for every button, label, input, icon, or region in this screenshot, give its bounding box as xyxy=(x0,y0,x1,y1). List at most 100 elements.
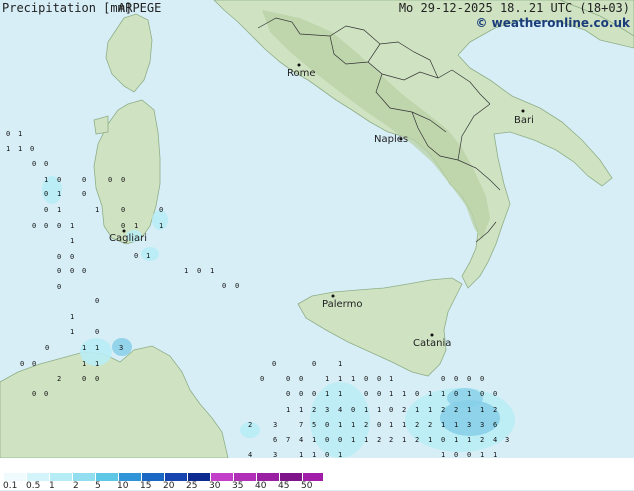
grid-value: 1 xyxy=(70,328,74,336)
grid-value: 1 xyxy=(95,344,99,352)
grid-value: 0 xyxy=(338,436,342,444)
city-marker-bari xyxy=(521,109,525,113)
grid-value: 1 xyxy=(467,390,471,398)
grid-value: 0 xyxy=(70,267,74,275)
credit-link[interactable]: © weatheronline.co.uk xyxy=(475,16,630,30)
grid-value: 2 xyxy=(480,436,484,444)
grid-value: 0 xyxy=(364,390,368,398)
grid-value: 2 xyxy=(402,406,406,414)
grid-value: 1 xyxy=(95,360,99,368)
legend-swatch xyxy=(119,473,142,481)
city-label-rome: Rome xyxy=(287,68,316,79)
grid-value: 0 xyxy=(95,375,99,383)
grid-value: 0 xyxy=(44,160,48,168)
grid-value: 0 xyxy=(286,390,290,398)
grid-value: 0 xyxy=(121,222,125,230)
grid-value: 0 xyxy=(415,390,419,398)
grid-value: 0 xyxy=(57,283,61,291)
grid-value: 0 xyxy=(235,282,239,290)
grid-value: 0 xyxy=(44,222,48,230)
grid-value: 2 xyxy=(441,406,445,414)
grid-value: 3 xyxy=(273,421,277,429)
grid-value: 1 xyxy=(312,451,316,458)
grid-value: 2 xyxy=(415,436,419,444)
grid-value: 1 xyxy=(184,267,188,275)
grid-value: 1 xyxy=(402,436,406,444)
grid-value: 0 xyxy=(377,390,381,398)
city-label-cagliari: Cagliari xyxy=(109,233,147,244)
grid-value: 0 xyxy=(286,375,290,383)
grid-value: 0 xyxy=(325,436,329,444)
grid-value: 0 xyxy=(312,360,316,368)
grid-value: 1 xyxy=(441,390,445,398)
grid-value: 1 xyxy=(299,451,303,458)
product-title: Precipitation [mm] xyxy=(2,1,133,15)
grid-value: 0 xyxy=(493,390,497,398)
grid-value: 1 xyxy=(389,390,393,398)
grid-value: 1 xyxy=(402,421,406,429)
grid-value: 2 xyxy=(493,406,497,414)
grid-value: 0 xyxy=(121,206,125,214)
grid-value: 2 xyxy=(57,375,61,383)
grid-value: 1 xyxy=(351,421,355,429)
grid-value: 1 xyxy=(428,390,432,398)
grid-value: 1 xyxy=(428,436,432,444)
grid-value: 0 xyxy=(82,375,86,383)
city-label-bari: Bari xyxy=(514,115,534,126)
grid-value: 0 xyxy=(82,190,86,198)
grid-value: 2 xyxy=(389,436,393,444)
grid-value: 0 xyxy=(32,360,36,368)
grid-value: 1 xyxy=(82,344,86,352)
grid-value: 0 xyxy=(32,160,36,168)
grid-value: 0 xyxy=(222,282,226,290)
grid-value: 2 xyxy=(377,436,381,444)
legend-swatch xyxy=(234,473,257,481)
grid-value: 0 xyxy=(121,176,125,184)
legend-swatch xyxy=(280,473,303,481)
model-name: ARPEGE xyxy=(118,1,162,15)
grid-value: 1 xyxy=(480,406,484,414)
grid-value: 1 xyxy=(57,206,61,214)
grid-value: 0 xyxy=(480,375,484,383)
grid-value: 0 xyxy=(325,451,329,458)
grid-value: 2 xyxy=(364,421,368,429)
legend-swatch xyxy=(303,473,324,481)
grid-value: 1 xyxy=(389,421,393,429)
grid-value: 6 xyxy=(273,436,277,444)
grid-value: 0 xyxy=(82,176,86,184)
legend-swatch xyxy=(73,473,96,481)
city-marker-palermo xyxy=(331,294,335,298)
grid-value: 0 xyxy=(20,360,24,368)
grid-value: 1 xyxy=(364,406,368,414)
grid-value: 2 xyxy=(312,406,316,414)
legend-swatch xyxy=(165,473,188,481)
grid-value: 1 xyxy=(299,406,303,414)
grid-value: 1 xyxy=(415,406,419,414)
grid-value: 1 xyxy=(402,390,406,398)
grid-value: 0 xyxy=(45,344,49,352)
legend-swatch xyxy=(188,473,211,481)
grid-value: 0 xyxy=(299,390,303,398)
valid-time: Mo 29-12-2025 18..21 UTC (18+03) xyxy=(398,1,630,15)
grid-value: 0 xyxy=(82,267,86,275)
grid-value: 0 xyxy=(197,267,201,275)
grid-value: 0 xyxy=(57,176,61,184)
grid-value: 0 xyxy=(44,206,48,214)
grid-value: 0 xyxy=(159,206,163,214)
grid-value: 1 xyxy=(467,406,471,414)
grid-value: 3 xyxy=(505,436,509,444)
grid-value: 1 xyxy=(44,176,48,184)
grid-value: 1 xyxy=(351,436,355,444)
grid-value: 1 xyxy=(325,390,329,398)
grid-value: 3 xyxy=(467,421,471,429)
grid-value: 1 xyxy=(377,406,381,414)
grid-value: 1 xyxy=(95,206,99,214)
grid-value: 0 xyxy=(260,375,264,383)
grid-value: 0 xyxy=(351,406,355,414)
grid-value: 0 xyxy=(364,375,368,383)
grid-value: 1 xyxy=(454,436,458,444)
legend-color-bar xyxy=(4,473,324,481)
grid-value: 1 xyxy=(338,390,342,398)
grid-value: 2 xyxy=(248,421,252,429)
grid-value: 3 xyxy=(480,421,484,429)
